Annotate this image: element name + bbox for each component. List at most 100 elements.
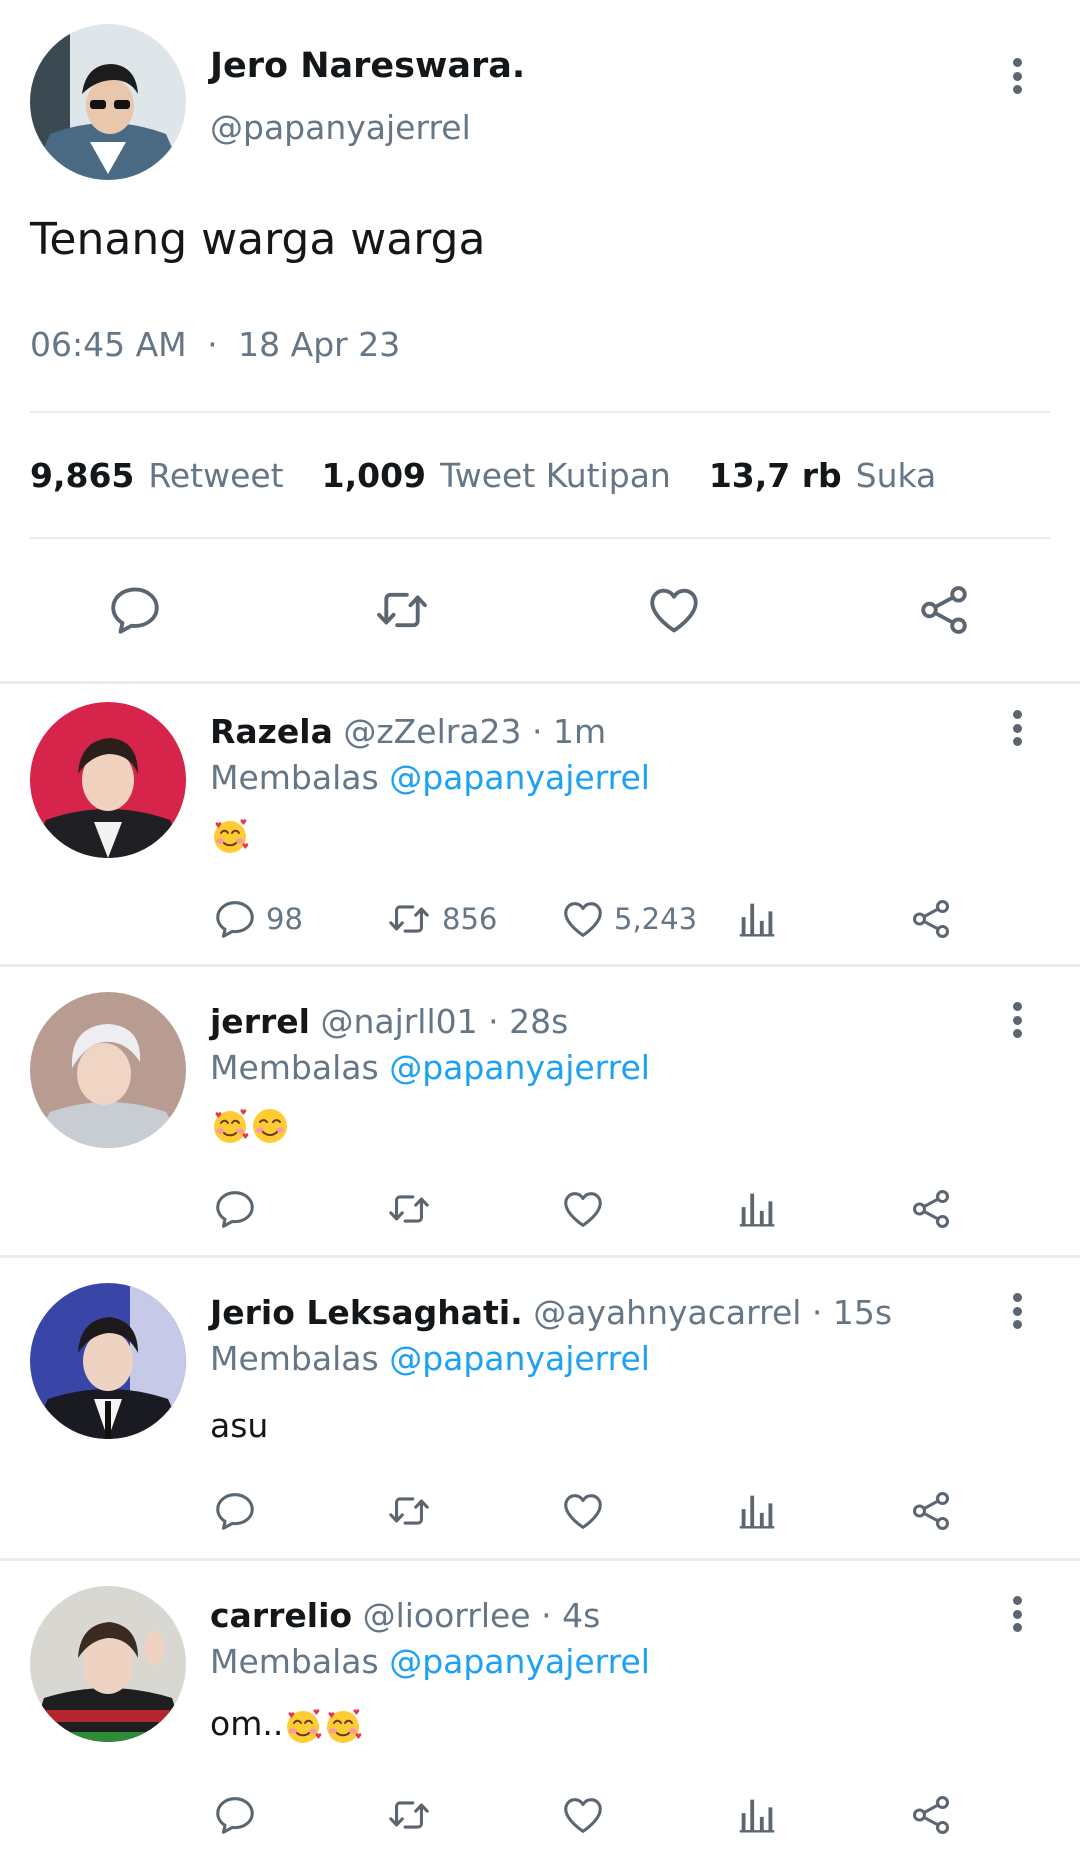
retweet-button[interactable] bbox=[384, 1792, 442, 1838]
replying-to: Membalas @papanyajerrel bbox=[210, 758, 650, 797]
retweet-button[interactable] bbox=[384, 1186, 442, 1232]
reply-time: · 1m bbox=[532, 712, 607, 751]
reply-icon bbox=[212, 896, 258, 942]
share-icon bbox=[908, 1488, 954, 1534]
more-vertical-icon[interactable] bbox=[1002, 1592, 1032, 1636]
reply-author[interactable]: jerrel @najrll01 · 28s bbox=[210, 1002, 568, 1041]
reply-button[interactable] bbox=[212, 1186, 266, 1232]
like-icon bbox=[560, 1792, 606, 1838]
reply-button[interactable]: 98 bbox=[212, 896, 303, 942]
avatar[interactable] bbox=[30, 992, 186, 1148]
like-button[interactable] bbox=[560, 1488, 614, 1534]
retweet-icon bbox=[384, 896, 434, 942]
analytics-button[interactable] bbox=[734, 1488, 780, 1534]
reply-name: carrelio bbox=[210, 1596, 353, 1635]
author-name[interactable]: Jero Nareswara. bbox=[210, 46, 525, 86]
mention-link[interactable]: @papanyajerrel bbox=[389, 758, 650, 797]
reply-icon bbox=[212, 1186, 258, 1232]
share-button[interactable] bbox=[908, 1186, 954, 1232]
share-icon bbox=[908, 1792, 954, 1838]
like-count: 5,243 bbox=[614, 902, 698, 936]
more-vertical-icon[interactable] bbox=[1002, 1289, 1032, 1333]
tweet-time: 06:45 AM bbox=[30, 325, 187, 364]
divider bbox=[0, 1255, 1080, 1258]
mention-link[interactable]: @papanyajerrel bbox=[389, 1642, 650, 1681]
reply-time: · 4s bbox=[541, 1596, 601, 1635]
mention-link[interactable]: @papanyajerrel bbox=[389, 1339, 650, 1378]
quote-count: 1,009 bbox=[321, 456, 427, 495]
like-button[interactable]: 5,243 bbox=[560, 896, 697, 942]
share-icon bbox=[908, 1186, 954, 1232]
author-handle[interactable]: @papanyajerrel bbox=[210, 108, 471, 147]
retweet-stat[interactable]: 9,865 Retweet bbox=[30, 456, 284, 495]
like-icon bbox=[560, 1186, 606, 1232]
retweet-button[interactable]: 856 bbox=[384, 896, 497, 942]
reply-count: 98 bbox=[266, 902, 303, 936]
replying-prefix: Membalas bbox=[210, 1642, 379, 1681]
analytics-button[interactable] bbox=[734, 896, 780, 942]
reply-icon[interactable] bbox=[105, 580, 165, 640]
retweet-label: Retweet bbox=[148, 456, 284, 495]
analytics-icon bbox=[734, 1186, 780, 1232]
share-button[interactable] bbox=[908, 1488, 954, 1534]
reply-button[interactable] bbox=[212, 1792, 266, 1838]
reply-text: om.. bbox=[210, 1704, 363, 1746]
share-button[interactable] bbox=[908, 896, 954, 942]
avatar[interactable] bbox=[30, 1283, 186, 1439]
smiling-face-with-hearts-icon bbox=[323, 1706, 363, 1746]
retweet-button[interactable] bbox=[384, 1488, 442, 1534]
reply-author[interactable]: Razela @zZelra23 · 1m bbox=[210, 712, 606, 751]
replying-prefix: Membalas bbox=[210, 758, 379, 797]
share-icon bbox=[908, 896, 954, 942]
like-button[interactable] bbox=[560, 1792, 614, 1838]
more-vertical-icon[interactable] bbox=[1002, 998, 1032, 1042]
replying-prefix: Membalas bbox=[210, 1048, 379, 1087]
analytics-icon bbox=[734, 1488, 780, 1534]
reply-text bbox=[210, 1104, 290, 1146]
analytics-button[interactable] bbox=[734, 1186, 780, 1232]
replying-to: Membalas @papanyajerrel bbox=[210, 1339, 650, 1378]
reply-button[interactable] bbox=[212, 1488, 266, 1534]
reply-handle: @zZelra23 bbox=[343, 712, 522, 751]
quote-label: Tweet Kutipan bbox=[440, 456, 671, 495]
reply-name: Jerio Leksaghati. bbox=[210, 1293, 523, 1332]
meta-separator: · bbox=[207, 325, 218, 364]
reply-author[interactable]: carrelio @lioorrlee · 4s bbox=[210, 1596, 600, 1635]
reply-time: · 15s bbox=[811, 1293, 893, 1332]
avatar[interactable] bbox=[30, 24, 186, 180]
smiling-face-with-hearts-icon bbox=[210, 816, 250, 856]
share-icon[interactable] bbox=[914, 580, 974, 640]
like-button[interactable] bbox=[560, 1186, 614, 1232]
retweet-icon bbox=[384, 1792, 434, 1838]
divider bbox=[0, 1558, 1080, 1561]
like-stat[interactable]: 13,7 rb Suka bbox=[709, 456, 936, 495]
analytics-button[interactable] bbox=[734, 1792, 780, 1838]
smiling-face-with-hearts-icon bbox=[283, 1706, 323, 1746]
retweet-icon[interactable] bbox=[370, 580, 434, 640]
divider bbox=[30, 411, 1050, 413]
quote-stat[interactable]: 1,009 Tweet Kutipan bbox=[322, 456, 671, 495]
reply-handle: @lioorrlee bbox=[362, 1596, 531, 1635]
replying-prefix: Membalas bbox=[210, 1339, 379, 1378]
reply-icon bbox=[212, 1792, 258, 1838]
like-icon bbox=[560, 896, 606, 942]
analytics-icon bbox=[734, 896, 780, 942]
retweet-count: 9,865 bbox=[30, 456, 135, 495]
avatar[interactable] bbox=[30, 702, 186, 858]
divider bbox=[0, 681, 1080, 684]
like-count: 13,7 rb bbox=[708, 456, 842, 495]
more-vertical-icon[interactable] bbox=[1002, 706, 1032, 750]
more-vertical-icon[interactable] bbox=[1002, 54, 1032, 98]
reply-icon bbox=[212, 1488, 258, 1534]
avatar[interactable] bbox=[30, 1586, 186, 1742]
reply-author[interactable]: Jerio Leksaghati. @ayahnyacarrel · 15s bbox=[210, 1293, 892, 1332]
share-button[interactable] bbox=[908, 1792, 954, 1838]
like-icon[interactable] bbox=[644, 580, 704, 640]
retweet-count: 856 bbox=[442, 902, 498, 936]
tweet-date: 18 Apr 23 bbox=[238, 325, 401, 364]
reply-text-content: om.. bbox=[210, 1704, 284, 1743]
reply-text bbox=[210, 814, 250, 856]
mention-link[interactable]: @papanyajerrel bbox=[389, 1048, 650, 1087]
reply-handle: @najrll01 bbox=[320, 1002, 478, 1041]
reply-name: jerrel bbox=[210, 1002, 310, 1041]
